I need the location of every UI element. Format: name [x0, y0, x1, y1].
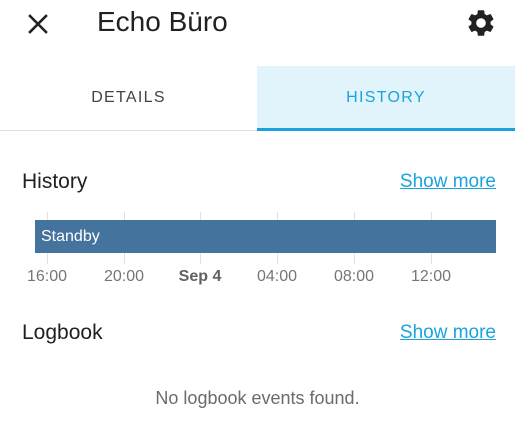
dialog-title: Echo Büro — [97, 6, 228, 37]
dialog-header: Echo Büro — [0, 0, 515, 66]
axis-label: 16:00 — [26, 268, 68, 285]
close-icon — [28, 14, 48, 34]
logbook-show-more-link[interactable]: Show more — [400, 322, 496, 344]
state-bar-standby[interactable]: Standby — [35, 220, 496, 253]
logbook-title: Logbook — [22, 321, 103, 344]
active-tab-indicator — [257, 128, 515, 131]
close-button[interactable] — [22, 8, 54, 40]
axis-label-date: Sep 4 — [178, 268, 222, 285]
axis-label: 04:00 — [256, 268, 298, 285]
logbook-empty-message: No logbook events found. — [155, 388, 360, 408]
axis-label: 08:00 — [333, 268, 375, 285]
axis-label: 12:00 — [410, 268, 452, 285]
tab-history[interactable]: HISTORY — [257, 66, 515, 130]
state-bar-label: Standby — [41, 228, 100, 245]
gear-icon — [468, 10, 494, 36]
history-timeline: Standby 16:00 20:00 Sep 4 04:00 08:00 12… — [0, 208, 515, 288]
settings-button[interactable] — [465, 7, 497, 39]
axis-label: 20:00 — [103, 268, 145, 285]
history-title: History — [22, 170, 88, 193]
history-show-more-link[interactable]: Show more — [400, 171, 496, 193]
tab-details[interactable]: DETAILS — [0, 66, 257, 130]
tab-bar: DETAILS HISTORY — [0, 66, 515, 131]
